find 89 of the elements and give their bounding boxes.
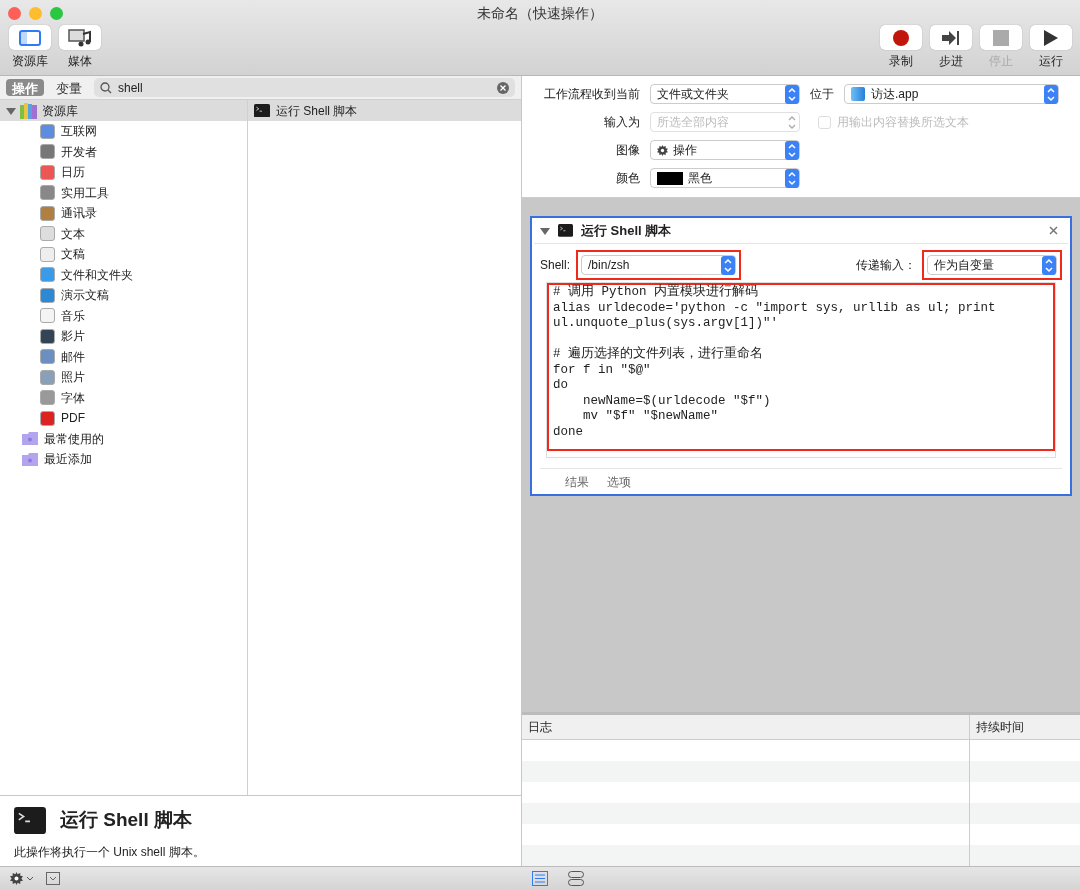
category-icon [40,123,55,139]
dropdown[interactable]: /bin/zsh [581,255,737,275]
category-icon [40,144,55,160]
tab[interactable]: 变量 [50,79,88,96]
library-item[interactable]: 最近添加 [44,450,92,469]
category-icon [40,205,55,221]
close-button[interactable] [8,6,21,20]
play-icon [1043,28,1059,47]
field-label: Shell: [540,257,571,274]
music-note-icon [68,28,92,47]
close-icon[interactable] [1049,226,1058,235]
terminal-icon [254,103,270,118]
library-item[interactable]: PDF [61,409,85,428]
category-icon [40,349,55,365]
footer-tab[interactable]: 选项 [607,472,631,491]
clear-icon[interactable] [497,81,509,94]
library-item[interactable]: 实用工具 [61,183,109,202]
category-icon [40,410,55,426]
action-title: 运行 Shell 脚本 [581,221,673,240]
category-icon [40,226,55,242]
setting-label: 输入为 [603,114,640,131]
library-item[interactable]: 通讯录 [61,204,97,223]
gear-icon[interactable] [10,872,23,885]
checkbox-label: 用输出内容替换所选文本 [837,114,969,131]
stepper-icon [1042,255,1056,275]
library-item[interactable]: 最常使用的 [44,429,104,448]
library-item[interactable]: 文稿 [61,245,85,264]
search-icon [100,81,112,94]
terminal-icon [558,224,573,237]
split-view-icon[interactable] [568,871,584,886]
library-item[interactable]: 互联网 [61,122,97,141]
setting-label: 颜色 [615,170,640,187]
library-item[interactable]: 日历 [61,163,85,182]
library-item[interactable]: 演示文稿 [61,286,109,305]
folder-icon [22,432,38,446]
disclosure-triangle[interactable] [6,105,16,116]
finder-icon [851,87,865,101]
dropdown[interactable]: 访达.app [844,84,1059,104]
stepper-icon [785,168,799,188]
disclosure-triangle[interactable] [540,225,550,236]
window-title: 未命名（快速操作） [477,3,603,23]
stepper-icon [721,255,736,275]
category-icon [40,287,55,303]
category-icon [40,164,55,180]
library-item[interactable]: 音乐 [61,306,85,325]
column-header[interactable]: 持续时间 [970,715,1080,739]
sidebar-icon [19,29,41,46]
library-item[interactable]: 开发者 [61,142,97,161]
terminal-icon [14,806,46,834]
category-icon [40,308,55,324]
category-icon [40,390,55,406]
books-icon [20,102,38,119]
dropdown[interactable]: 文件或文件夹 [650,84,800,104]
field-label: 传递输入： [856,257,916,274]
search-field[interactable]: shell [94,78,515,97]
color-swatch [657,171,683,185]
setting-label: 工作流程收到当前 [543,86,640,103]
folder-icon [22,452,38,466]
dropdown[interactable]: 操作 [650,140,800,160]
stepper-icon [785,84,799,104]
setting-label: 位于 [810,86,834,103]
stop-icon [993,29,1009,46]
footer-tab[interactable]: 结果 [565,472,589,491]
stepper-icon [785,140,799,160]
category-icon [40,267,55,283]
setting-label: 图像 [615,142,640,159]
library-item[interactable]: 文本 [61,224,85,243]
library-item[interactable]: 邮件 [61,347,85,366]
library-item[interactable]: 文件和文件夹 [61,265,133,284]
library-item[interactable]: 照片 [61,368,85,387]
library-item[interactable]: 资源库 [42,101,78,120]
library-item[interactable]: 字体 [61,388,85,407]
description-text: 此操作将执行一个 Unix shell 脚本。 [14,843,206,861]
category-icon [40,328,55,344]
record-icon [892,28,910,47]
dropdown-icon[interactable] [46,872,60,885]
list-view-icon[interactable] [532,871,548,886]
library-item[interactable]: 影片 [61,327,85,346]
step-icon [941,29,961,46]
category-icon [40,369,55,385]
description-title: 运行 Shell 脚本 [60,808,192,832]
column-header[interactable]: 日志 [522,715,970,739]
chevron-icon[interactable] [26,876,34,881]
stepper-icon [1044,84,1058,104]
dropdown[interactable]: 作为自变量 [927,255,1057,275]
category-icon [40,246,55,262]
category-icon [40,185,55,201]
gear-icon [657,144,668,156]
dropdown[interactable]: 黑色 [650,168,800,188]
